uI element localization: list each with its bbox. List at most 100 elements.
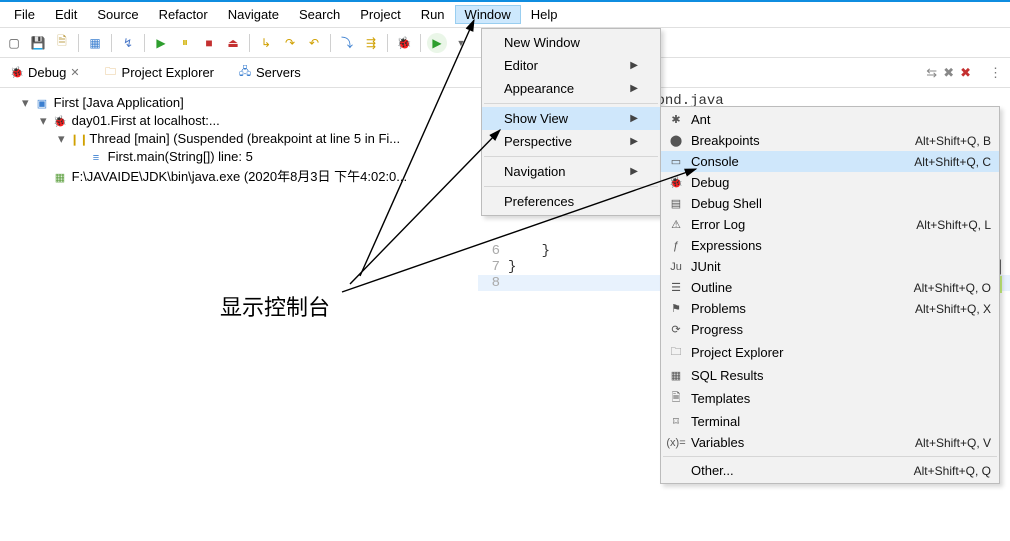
tree-label: First [Java Application] <box>54 95 184 110</box>
console-icon: ▭ <box>667 155 685 168</box>
step-over-icon[interactable]: ↷ <box>280 33 300 53</box>
menu-show-view[interactable]: Show View▶ <box>482 107 660 130</box>
item-label: Templates <box>691 391 985 406</box>
problems-icon: ⚑ <box>667 302 685 315</box>
debug-shell-icon: ▤ <box>667 197 685 210</box>
terminal-icon: ⌑ <box>667 415 685 428</box>
item-shortcut: Alt+Shift+Q, C <box>914 155 991 169</box>
project-explorer-icon: 🗀 <box>667 343 685 362</box>
expressions-icon: ƒ <box>667 240 685 252</box>
debug-icon[interactable]: 🐞 <box>394 33 414 53</box>
showview-problems[interactable]: ⚑ProblemsAlt+Shift+Q, X <box>661 298 999 319</box>
menu-edit[interactable]: Edit <box>45 5 87 24</box>
tree-root[interactable]: ▾▣ First [Java Application] <box>22 94 474 112</box>
view-toolbar: ⇆ ✖ ✖ ⋮ <box>926 65 1010 81</box>
menu-appearance[interactable]: Appearance▶ <box>482 77 660 100</box>
separator <box>144 34 145 52</box>
drop-frame-icon[interactable]: ⤵ <box>337 33 357 53</box>
showview-expressions[interactable]: ƒ Expressions <box>661 235 999 256</box>
link-editor-icon[interactable]: ⇆ <box>926 65 937 81</box>
menu-editor[interactable]: Editor▶ <box>482 54 660 77</box>
menu-window[interactable]: Window <box>455 5 521 24</box>
view-menu-icon[interactable]: ⋮ <box>989 65 1002 81</box>
annotation-text: 显示控制台 <box>220 290 330 322</box>
sql-results-icon: ▦ <box>667 369 685 382</box>
window-menu: New Window Editor▶ Appearance▶ Show View… <box>481 28 661 216</box>
showview-outline[interactable]: ☰ Outline Alt+Shift+Q, O <box>661 277 999 298</box>
menu-navigate[interactable]: Navigate <box>218 5 289 24</box>
menu-navigation[interactable]: Navigation▶ <box>482 160 660 183</box>
suspend-icon[interactable]: ⏸ <box>175 33 195 53</box>
menu-run[interactable]: Run <box>411 5 455 24</box>
disconnect-icon[interactable]: ⏏ <box>223 33 243 53</box>
item-label: JUnit <box>691 259 985 274</box>
step-into-icon[interactable]: ↳ <box>256 33 276 53</box>
tree-thread[interactable]: ▾❙❙ Thread [main] (Suspended (breakpoint… <box>58 130 474 148</box>
breakpoints-icon: ⬤ <box>667 134 685 147</box>
item-shortcut: Alt+Shift+Q, O <box>914 281 991 295</box>
showview-junit[interactable]: JuJUnit <box>661 256 999 277</box>
error-log-icon: ⚠ <box>667 218 685 231</box>
skip-breakpoints-icon[interactable]: ↯ <box>118 33 138 53</box>
item-label: Debug Shell <box>691 196 985 211</box>
menu-search[interactable]: Search <box>289 5 350 24</box>
showview-error-log[interactable]: ⚠Error LogAlt+Shift+Q, L <box>661 214 999 235</box>
tree-label: day01.First at localhost:... <box>72 113 220 128</box>
remove-icon[interactable]: ✖ <box>943 65 954 81</box>
separator <box>387 34 388 52</box>
showview-progress[interactable]: ⟳Progress <box>661 319 999 340</box>
showview-variables[interactable]: (x)=VariablesAlt+Shift+Q, V <box>661 432 999 453</box>
item-shortcut: Alt+Shift+Q, V <box>915 436 991 450</box>
menu-perspective[interactable]: Perspective▶ <box>482 130 660 153</box>
close-icon[interactable]: ✕ <box>70 66 79 79</box>
step-return-icon[interactable]: ↶ <box>304 33 324 53</box>
save-icon[interactable]: 💾 <box>28 33 48 53</box>
item-label: Expressions <box>691 238 985 253</box>
tab-label: Project Explorer <box>122 65 214 80</box>
showview-debug-shell[interactable]: ▤ Debug Shell <box>661 193 999 214</box>
showview-ant[interactable]: ✱Ant <box>661 109 999 130</box>
menu-preferences[interactable]: Preferences <box>482 190 660 213</box>
tree-label: F:\JAVAIDE\JDK\bin\java.exe (2020年8月3日 下… <box>72 169 408 184</box>
separator <box>484 156 658 157</box>
outline-icon: ☰ <box>667 281 685 294</box>
menu-new-window[interactable]: New Window <box>482 31 660 54</box>
save-all-icon[interactable]: 🗎 <box>52 33 72 53</box>
showview-templates[interactable]: 🗎Templates <box>661 386 999 411</box>
separator <box>78 34 79 52</box>
tree-target[interactable]: ▾🐞 day01.First at localhost:... <box>40 112 474 130</box>
showview-other[interactable]: Other...Alt+Shift+Q, Q <box>661 460 999 481</box>
toggle-tab-icon[interactable]: ▦ <box>85 33 105 53</box>
tab-debug[interactable]: 🐞 Debug ✕ <box>4 61 86 84</box>
showview-console[interactable]: ▭ Console Alt+Shift+Q, C <box>661 151 999 172</box>
terminate-icon[interactable]: ■ <box>199 33 219 53</box>
resume-icon[interactable]: ▶ <box>151 33 171 53</box>
menu-source[interactable]: Source <box>87 5 148 24</box>
run-icon[interactable]: ▶ <box>427 33 447 53</box>
item-label: Error Log <box>691 217 910 232</box>
showview-debug[interactable]: 🐞Debug <box>661 172 999 193</box>
menu-project[interactable]: Project <box>350 5 410 24</box>
menu-file[interactable]: File <box>4 5 45 24</box>
showview-sql-results[interactable]: ▦SQL Results <box>661 365 999 386</box>
item-label: Console <box>691 154 908 169</box>
tree-frame[interactable]: ≡ First.main(String[]) line: 5 <box>76 148 474 165</box>
menu-refactor[interactable]: Refactor <box>149 5 218 24</box>
tab-servers[interactable]: 🖧 Servers <box>232 61 307 84</box>
item-label: Problems <box>691 301 909 316</box>
menu-help[interactable]: Help <box>521 5 568 24</box>
showview-project-explorer[interactable]: 🗀Project Explorer <box>661 340 999 365</box>
remove-all-icon[interactable]: ✖ <box>960 65 971 81</box>
chevron-down-icon[interactable]: ▼ <box>451 33 471 53</box>
step-filters-icon[interactable]: ⇶ <box>361 33 381 53</box>
separator <box>330 34 331 52</box>
showview-terminal[interactable]: ⌑Terminal <box>661 411 999 432</box>
tab-project-explorer[interactable]: 🗀 Project Explorer <box>98 61 220 84</box>
item-label: Outline <box>691 280 908 295</box>
showview-breakpoints[interactable]: ⬤BreakpointsAlt+Shift+Q, B <box>661 130 999 151</box>
new-icon[interactable]: ▢ <box>4 33 24 53</box>
debug-view-icon: 🐞 <box>10 66 24 80</box>
item-label: Variables <box>691 435 909 450</box>
tree-process[interactable]: ▦ F:\JAVAIDE\JDK\bin\java.exe (2020年8月3日… <box>40 165 474 186</box>
item-label: Breakpoints <box>691 133 909 148</box>
